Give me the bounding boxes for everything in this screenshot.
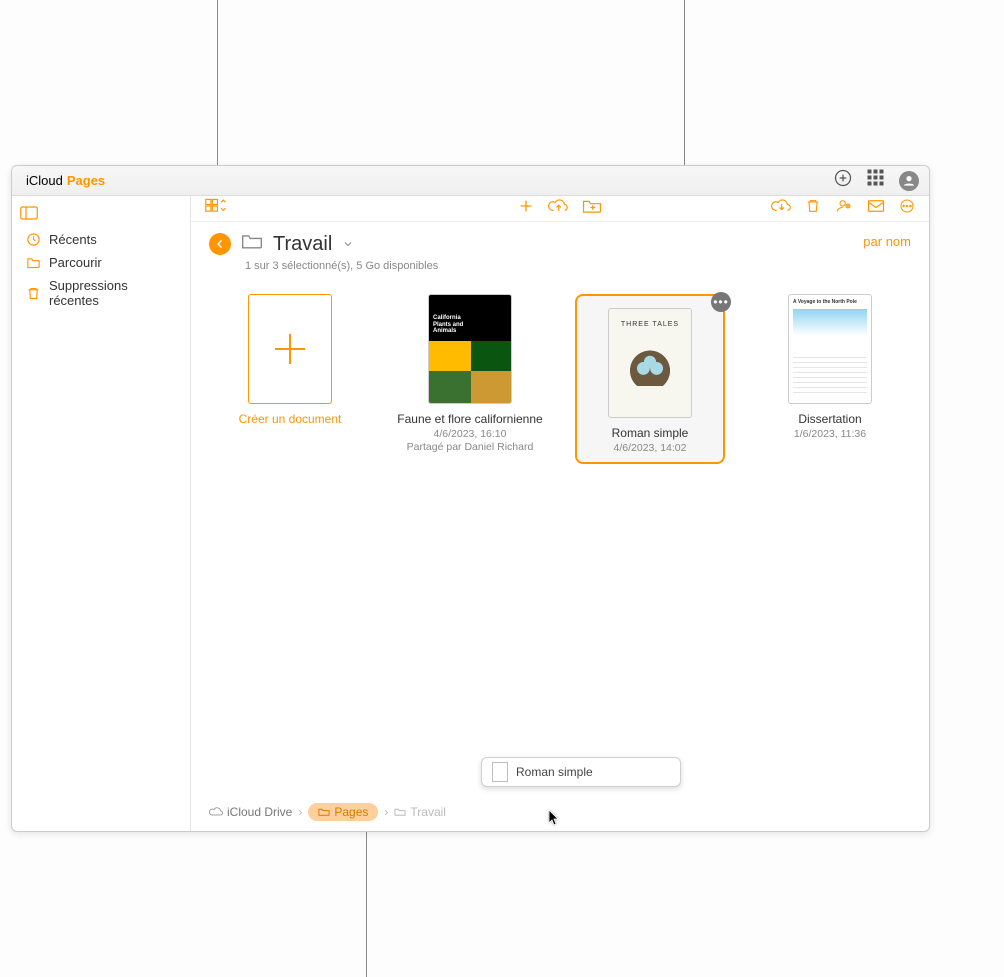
plus-icon [275,334,305,364]
document-thumbnail: THREE TALES [608,308,692,418]
sidebar-item-deleted[interactable]: Suppressions récentes [12,274,190,312]
sort-menu[interactable]: par nom [863,234,911,249]
add-to-icloud-button[interactable] [833,168,853,193]
callout-line-breadcrumb [366,832,367,977]
thumb-caption: A Voyage to the North Pole [793,299,867,305]
cloud-icon [209,806,223,818]
account-avatar[interactable] [899,171,919,191]
drag-ghost-label: Roman simple [516,765,593,779]
tile-roman-simple[interactable]: ••• THREE TALES Roman simple 4/6/2023, 1… [575,294,725,464]
tile-more-button[interactable]: ••• [711,292,731,312]
app-window: iCloud Pages [11,165,930,832]
thumb-art [793,309,867,353]
folder-menu-chevron-icon[interactable] [342,233,354,256]
sidebar-item-label: Suppressions récentes [49,278,180,308]
document-grid: Créer un document Faune et flore califor… [191,282,929,476]
back-button[interactable] [209,233,231,255]
folder-status: 1 sur 3 sélectionné(s), 5 Go disponibles [191,260,929,282]
tile-create-document[interactable]: Créer un document [215,294,365,426]
tile-shared-by: Partagé par Daniel Richard [395,441,545,453]
breadcrumb-label: Pages [334,805,368,819]
collaborate-icon[interactable] [835,198,853,219]
tile-date: 4/6/2023, 16:10 [395,428,545,440]
trash-icon [26,286,41,301]
breadcrumb-icloud-drive[interactable]: iCloud Drive [209,805,292,819]
more-actions-icon[interactable] [899,198,915,219]
download-icon[interactable] [771,198,791,219]
create-thumb [248,294,332,404]
breadcrumb-current: Travail [394,805,446,819]
chevron-right-icon: › [298,805,302,819]
tile-date: 4/6/2023, 14:02 [583,442,717,454]
view-switcher-icon[interactable] [205,198,227,219]
title-bar: iCloud Pages [12,166,929,196]
breadcrumb-label: Travail [410,805,446,819]
tile-title: Faune et flore californienne [395,412,545,426]
folder-icon [26,255,41,270]
document-thumbnail [428,294,512,404]
app-brand: iCloud Pages [22,173,105,188]
main-panel: Travail 1 sur 3 sélectionné(s), 5 Go dis… [191,196,929,831]
toggle-sidebar-icon[interactable] [20,206,38,225]
selection-highlight: ••• THREE TALES Roman simple 4/6/2023, 1… [575,294,725,464]
folder-header: Travail [191,222,929,260]
share-email-icon[interactable] [867,199,885,218]
app-launcher-icon[interactable] [867,169,885,192]
tile-title: Créer un document [215,412,365,426]
brand-pages: Pages [67,173,105,188]
sidebar: Récents Parcourir Suppressions récentes [12,196,191,831]
breadcrumb: iCloud Drive › Pages › Travail [209,803,911,821]
folder-title: Travail [273,233,332,256]
new-document-icon[interactable] [518,198,534,219]
folder-icon [318,807,330,817]
ellipsis-icon: ••• [713,296,729,308]
folder-icon [241,232,263,256]
tile-dissertation[interactable]: A Voyage to the North Pole Dissertation … [755,294,905,440]
toolbar [191,196,929,222]
thumb-caption: THREE TALES [621,321,679,328]
tile-title: Dissertation [755,412,905,426]
tile-faune-flore[interactable]: Faune et flore californienne 4/6/2023, 1… [395,294,545,453]
delete-icon[interactable] [805,198,821,219]
sidebar-item-recents[interactable]: Récents [12,228,190,251]
brand-icloud: iCloud [26,173,63,188]
clock-icon [26,232,41,247]
folder-icon [394,807,406,817]
ghost-thumbnail-icon [492,762,508,782]
sidebar-item-label: Parcourir [49,255,102,270]
chevron-right-icon: › [384,805,388,819]
new-folder-icon[interactable] [582,198,602,219]
sidebar-item-label: Récents [49,232,97,247]
thumb-lines [793,357,867,397]
breadcrumb-pages-drop-target[interactable]: Pages [308,803,378,821]
drag-ghost: Roman simple [481,757,681,787]
breadcrumb-label: iCloud Drive [227,805,292,819]
tile-date: 1/6/2023, 11:36 [755,428,905,440]
document-thumbnail: A Voyage to the North Pole [788,294,872,404]
sidebar-item-browse[interactable]: Parcourir [12,251,190,274]
tile-title: Roman simple [583,426,717,440]
thumb-art [628,342,672,386]
upload-icon[interactable] [548,198,568,219]
